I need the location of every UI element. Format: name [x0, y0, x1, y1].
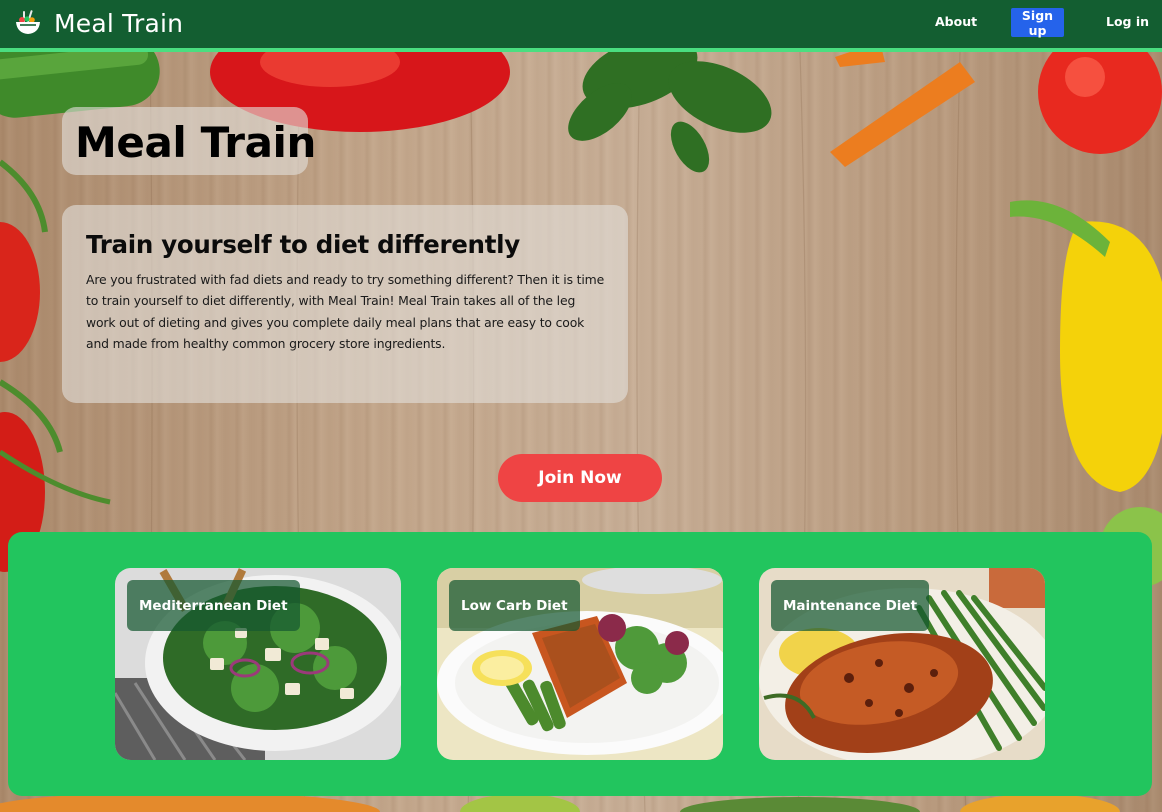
page-title: Meal Train [75, 118, 317, 167]
diet-panel: Mediterranean Diet Low Carb Diet Mainten… [8, 532, 1152, 796]
nav-login-link[interactable]: Log in [1106, 14, 1149, 29]
signup-button[interactable]: Sign up [1011, 8, 1064, 38]
intro-description: Are you frustrated with fad diets and re… [86, 272, 605, 352]
join-now-button[interactable]: Join Now [498, 454, 662, 502]
diet-label-mediterranean: Mediterranean Diet [127, 580, 300, 631]
brand-name: Meal Train [54, 8, 184, 38]
intro-card: Train yourself to diet differently Are y… [62, 205, 628, 403]
diet-label-maintenance: Maintenance Diet [771, 580, 930, 631]
diet-card-mediterranean[interactable]: Mediterranean Diet [115, 568, 401, 760]
hero-title-box: Meal Train [62, 107, 316, 175]
meal-bowl-icon [16, 10, 40, 34]
intro-heading: Train yourself to diet differently [86, 230, 520, 259]
brand-link[interactable]: Meal Train [14, 6, 183, 40]
navbar: Meal Train About Sign up Log in [0, 0, 1162, 52]
nav-about-link[interactable]: About [935, 14, 977, 29]
diet-card-low-carb[interactable]: Low Carb Diet [437, 568, 723, 760]
diet-card-maintenance[interactable]: Maintenance Diet [759, 568, 1045, 760]
diet-label-low-carb: Low Carb Diet [449, 580, 580, 631]
